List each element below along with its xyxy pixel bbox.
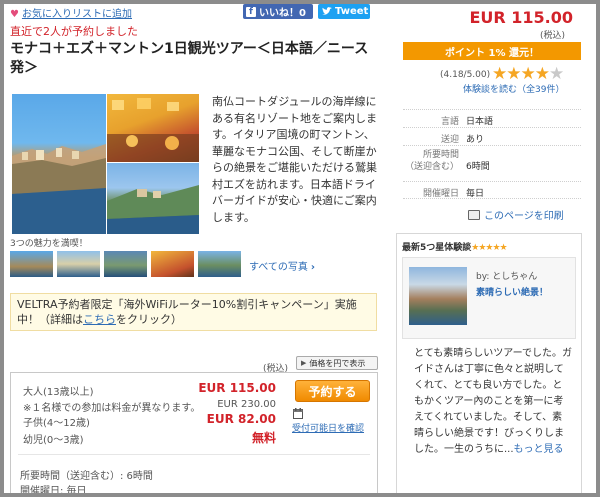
facebook-like-button[interactable]: f いいね！0 bbox=[243, 4, 313, 19]
chevron-right-icon: › bbox=[310, 262, 316, 273]
thumbnail[interactable] bbox=[57, 251, 100, 277]
campaign-details-link[interactable]: こちら bbox=[83, 313, 116, 326]
info-row-days: 開催曜日 毎日 bbox=[403, 181, 581, 199]
review-title-link[interactable]: 素晴らしい絶景！ bbox=[476, 285, 548, 298]
summary-price: EUR 115.00 bbox=[469, 8, 573, 27]
infant-price: 無料 bbox=[251, 431, 276, 445]
reserve-button[interactable]: 予約する bbox=[295, 380, 370, 402]
thumbnail[interactable] bbox=[10, 251, 53, 277]
review-author: by: としちゃん bbox=[476, 272, 538, 282]
info-row-language: 言語 日本語 bbox=[403, 109, 581, 127]
show-yen-price-button[interactable]: ▶ 価格を円で表示 bbox=[296, 356, 378, 370]
facebook-icon: f bbox=[246, 6, 256, 17]
rating-score: (4.18/5.00) bbox=[440, 70, 491, 80]
child-price: EUR 82.00 bbox=[206, 412, 276, 426]
star-icon: ★ bbox=[534, 64, 550, 84]
adult-price: EUR 115.00 bbox=[198, 381, 276, 395]
thumbnail[interactable] bbox=[104, 251, 147, 277]
rating-stars: ★★★★★ bbox=[492, 64, 564, 84]
days-line: 開催曜日: 毎日 bbox=[20, 486, 87, 497]
read-reviews-link[interactable]: 体験談を読む（全39件） bbox=[463, 82, 564, 95]
thumbnail-strip bbox=[10, 251, 241, 277]
infant-label: 幼児(0〜3歳) bbox=[23, 435, 84, 446]
star-icon: ★ bbox=[492, 64, 507, 84]
star-icon: ★ bbox=[520, 64, 536, 84]
review-photo[interactable] bbox=[409, 267, 467, 325]
print-page-link[interactable]: このページを印刷 bbox=[468, 207, 564, 222]
play-triangle-icon: ▶ bbox=[301, 359, 307, 367]
printer-icon bbox=[468, 209, 480, 220]
tour-description: 南仏コートダジュールの海岸線にある有名リゾート地をご案内します。イタリア国境の町… bbox=[212, 95, 377, 224]
tour-title: モナコ＋エズ＋マントン1日観光ツアー＜日本語／ニース発＞ bbox=[10, 41, 369, 76]
thumbnail[interactable] bbox=[151, 251, 194, 277]
calendar-icon bbox=[293, 408, 303, 422]
child-label: 子供(4〜12歳) bbox=[23, 418, 90, 429]
read-more-link[interactable]: もっと見る bbox=[514, 444, 564, 455]
adult-label: 大人(13歳以上) bbox=[23, 387, 94, 398]
points-banner: ポイント 1% 還元！ bbox=[403, 42, 581, 60]
single-price: EUR 230.00 bbox=[217, 399, 276, 410]
photo-menton-restaurant[interactable] bbox=[107, 94, 199, 162]
divider bbox=[18, 454, 370, 455]
recent-booking-notice: 直近で2人が予約しました bbox=[10, 25, 138, 38]
single-participant-note: ※１名様での参加は料金が異なります。 bbox=[23, 403, 201, 414]
review-body: とても素晴らしいツアーでした。ガイドさんは丁寧に色々と説明してくれて、とても良い… bbox=[414, 348, 572, 455]
tweet-button[interactable]: Tweet bbox=[318, 4, 370, 19]
info-row-duration: 所要時間 （送迎含む） 6時間 bbox=[403, 145, 581, 181]
review-heading: 最新5つ星体験談★★★★★ bbox=[402, 243, 508, 253]
summary-tax-label: (税込) bbox=[540, 31, 566, 41]
duration-line: 所要時間（送迎含む）: 6時間 bbox=[20, 471, 153, 482]
campaign-notice: VELTRA予約者限定「海外WiFiルーター10%割引キャンペーン」実施中！（詳… bbox=[10, 293, 377, 331]
star-icon: ★ bbox=[506, 64, 521, 84]
all-photos-link[interactable]: すべての写真 › bbox=[249, 258, 315, 273]
five-star-icon: ★★★★★ bbox=[471, 243, 507, 253]
star-icon: ★ bbox=[549, 64, 564, 84]
photo-eze-village[interactable] bbox=[107, 163, 199, 234]
availability-calendar-link[interactable]: 受付可能日を確認 bbox=[292, 421, 364, 434]
gallery-caption: 3つの魅力を満喫！ bbox=[10, 239, 88, 249]
twitter-bird-icon bbox=[322, 7, 332, 15]
add-to-favorites-link[interactable]: ♥ お気に入りリストに追加 bbox=[10, 5, 132, 20]
heart-icon: ♥ bbox=[10, 9, 19, 20]
main-photo-monaco[interactable] bbox=[12, 94, 106, 234]
thumbnail[interactable] bbox=[198, 251, 241, 277]
info-row-transfer: 送迎 あり bbox=[403, 127, 581, 145]
